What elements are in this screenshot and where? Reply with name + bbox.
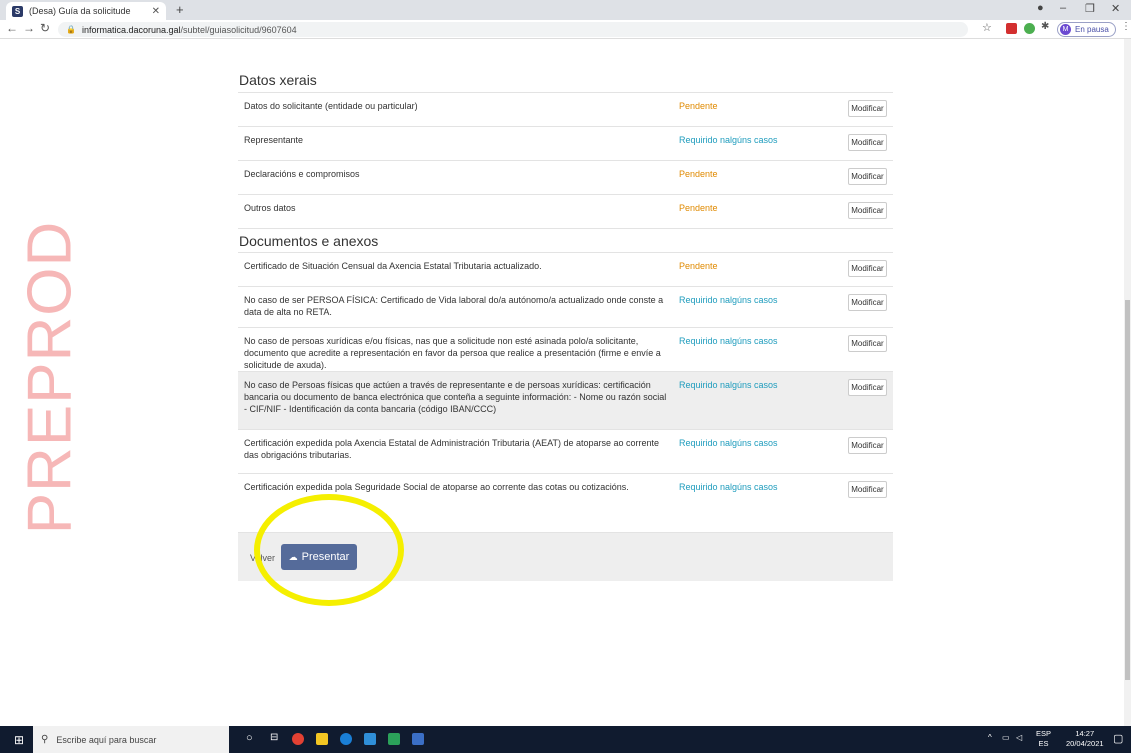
table-row: Representante Requirido nalgúns casos Mo…	[238, 126, 893, 160]
notifications-icon[interactable]: ▢	[1113, 732, 1123, 745]
cortana-icon[interactable]: ○	[246, 732, 253, 744]
taskbar-search[interactable]: ⚲ Escribe aquí para buscar	[33, 726, 229, 753]
status-badge: Requirido nalgúns casos	[679, 380, 778, 390]
chrome-icon[interactable]	[292, 733, 304, 745]
task-view-icon[interactable]: ⊟	[270, 732, 278, 743]
minimize-icon[interactable]: –	[1060, 2, 1066, 14]
extension-icon[interactable]	[1024, 23, 1035, 34]
extensions-puzzle-icon[interactable]: ✱	[1041, 21, 1049, 32]
modify-button[interactable]: Modificar	[848, 100, 887, 117]
tray-chevron-icon[interactable]: ^	[988, 733, 992, 742]
table-row: Certificado de Situación Censual da Axen…	[238, 252, 893, 286]
menu-kebab-icon[interactable]: ⋮	[1121, 21, 1131, 32]
profile-button[interactable]: M En pausa	[1057, 22, 1116, 37]
row-label: Representante	[244, 135, 304, 145]
row-label: Outros datos	[244, 203, 296, 213]
presentar-button[interactable]: ☁ Presentar	[281, 544, 357, 570]
language-indicator[interactable]: ESP ES	[1036, 729, 1051, 749]
profile-label: En pausa	[1075, 25, 1109, 34]
url-host: informatica.dacoruna.gal	[81, 24, 181, 35]
table-row: Datos do solicitante (entidade ou partic…	[238, 92, 893, 126]
excel-icon[interactable]	[388, 733, 400, 745]
back-icon[interactable]: ←	[6, 21, 18, 35]
status-badge: Requirido nalgúns casos	[679, 482, 778, 492]
status-badge: Pendente	[679, 101, 718, 111]
table-row: Certificación expedida pola Axencia Esta…	[238, 429, 893, 473]
reload-icon[interactable]: ↻	[40, 21, 50, 35]
modify-button[interactable]: Modificar	[848, 294, 887, 311]
address-bar[interactable]: 🔒 informatica.dacoruna.gal /subtel/guias…	[58, 22, 968, 37]
url-path: /subtel/guiasolicitud/9607604	[180, 24, 297, 35]
status-badge: Requirido nalgúns casos	[679, 135, 778, 145]
clock[interactable]: 14:27 20/04/2021	[1066, 729, 1104, 749]
browser-tab[interactable]: S (Desa) Guía da solicitude ✕	[6, 2, 166, 20]
row-label: Datos do solicitante (entidade ou partic…	[244, 101, 418, 111]
modify-button[interactable]: Modificar	[848, 481, 887, 498]
table-row: No caso de persoas xurídicas e/ou física…	[238, 327, 893, 371]
solicitude-guide: Datos xerais Datos do solicitante (entid…	[238, 68, 893, 525]
table-row: Outros datos Pendente Modificar	[238, 194, 893, 228]
bookmark-star-icon[interactable]: ☆	[982, 21, 992, 34]
restore-icon[interactable]: ❐	[1085, 2, 1095, 15]
modify-button[interactable]: Modificar	[848, 379, 887, 396]
volver-link[interactable]: Volver	[250, 553, 275, 563]
table-row: No caso de Persoas físicas que actúen a …	[238, 371, 893, 429]
status-badge: Pendente	[679, 169, 718, 179]
section-title-datos-xerais: Datos xerais	[239, 72, 317, 88]
tab-title: (Desa) Guía da solicitude	[29, 6, 131, 16]
app-icon[interactable]	[364, 733, 376, 745]
document-icon[interactable]	[412, 733, 424, 745]
status-badge: Pendente	[679, 203, 718, 213]
table-row: Certificación expedida pola Seguridade S…	[238, 473, 893, 525]
search-icon: ⚲	[41, 734, 49, 745]
row-label: Certificado de Situación Censual da Axen…	[244, 261, 542, 271]
row-label: Certificación expedida pola Seguridade S…	[244, 482, 629, 492]
row-label: No caso de persoas xurídicas e/ou física…	[244, 336, 661, 370]
status-badge: Requirido nalgúns casos	[679, 438, 778, 448]
row-label: No caso de ser PERSOA FÍSICA: Certificad…	[244, 295, 664, 317]
modify-button[interactable]: Modificar	[848, 168, 887, 185]
record-icon[interactable]: ●	[1037, 2, 1044, 14]
avatar: M	[1060, 24, 1071, 35]
modify-button[interactable]: Modificar	[848, 134, 887, 151]
status-badge: Requirido nalgúns casos	[679, 295, 778, 305]
forward-icon[interactable]: →	[23, 21, 35, 35]
windows-start-icon[interactable]: ⊞	[14, 733, 24, 747]
volume-icon[interactable]: ◁	[1016, 733, 1022, 742]
file-explorer-icon[interactable]	[316, 733, 328, 745]
browser-tabbar: S (Desa) Guía da solicitude ✕ + ● – ❐ ✕	[0, 0, 1131, 20]
pdf-extension-icon[interactable]	[1006, 23, 1017, 34]
windows-taskbar: ⊞ ⚲ Escribe aquí para buscar ○ ⊟ ^ ▭ ◁ E…	[0, 726, 1131, 753]
edge-icon[interactable]	[340, 733, 352, 745]
status-badge: Pendente	[679, 261, 718, 271]
section-title-documentos: Documentos e anexos	[238, 228, 893, 252]
search-placeholder: Escribe aquí para buscar	[56, 734, 157, 745]
presentar-label: Presentar	[301, 551, 350, 563]
status-badge: Requirido nalgúns casos	[679, 336, 778, 346]
row-label: No caso de Persoas físicas que actúen a …	[244, 380, 667, 414]
close-tab-icon[interactable]: ✕	[152, 6, 160, 17]
cloud-upload-icon: ☁	[288, 551, 298, 562]
preprod-watermark: PREPROD	[15, 220, 85, 534]
new-tab-icon[interactable]: +	[176, 2, 184, 17]
table-row: No caso de ser PERSOA FÍSICA: Certificad…	[238, 286, 893, 327]
modify-button[interactable]: Modificar	[848, 437, 887, 454]
lock-icon: 🔒	[66, 25, 76, 34]
site-favicon-icon: S	[12, 5, 23, 17]
close-window-icon[interactable]: ✕	[1111, 2, 1120, 15]
row-label: Declaracións e compromisos	[244, 169, 360, 179]
scrollbar-thumb[interactable]	[1125, 300, 1130, 680]
browser-toolbar: ← → ↻ 🔒 informatica.dacoruna.gal /subtel…	[0, 20, 1131, 39]
row-label: Certificación expedida pola Axencia Esta…	[244, 438, 660, 460]
network-icon[interactable]: ▭	[1002, 733, 1010, 742]
form-actions: Volver ☁ Presentar	[238, 532, 893, 581]
modify-button[interactable]: Modificar	[848, 260, 887, 277]
modify-button[interactable]: Modificar	[848, 202, 887, 219]
table-row: Declaracións e compromisos Pendente Modi…	[238, 160, 893, 194]
modify-button[interactable]: Modificar	[848, 335, 887, 352]
